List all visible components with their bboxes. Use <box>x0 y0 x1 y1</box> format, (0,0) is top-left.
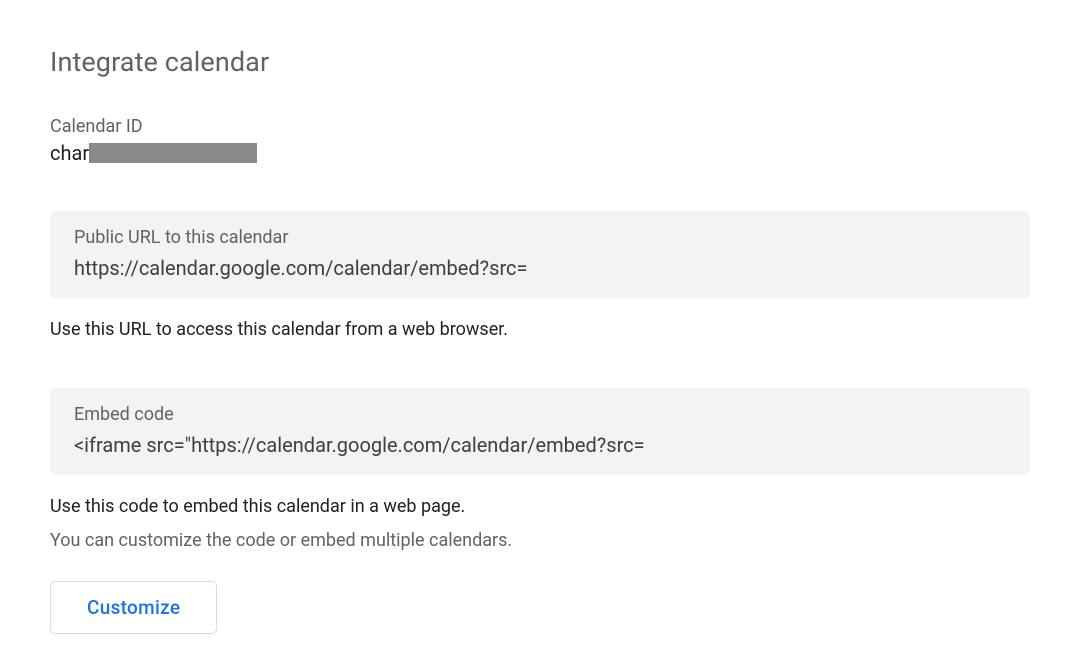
embed-code-value: <iframe src="https://calendar.google.com… <box>74 433 1006 457</box>
embed-code-box[interactable]: Embed code <iframe src="https://calendar… <box>50 388 1030 475</box>
embed-code-label: Embed code <box>74 404 1006 425</box>
section-title: Integrate calendar <box>50 46 1030 78</box>
public-url-box[interactable]: Public URL to this calendar https://cale… <box>50 211 1030 298</box>
embed-code-helper-block: Use this code to embed this calendar in … <box>50 493 1030 555</box>
calendar-id-label: Calendar ID <box>50 116 1030 137</box>
calendar-id-prefix: char <box>50 141 89 165</box>
public-url-value: https://calendar.google.com/calendar/emb… <box>74 256 1006 280</box>
redacted-block <box>89 143 257 163</box>
calendar-id-value-row: char <box>50 141 1030 165</box>
calendar-id-field: Calendar ID char <box>50 116 1030 165</box>
customize-button[interactable]: Customize <box>50 581 217 634</box>
public-url-label: Public URL to this calendar <box>74 227 1006 248</box>
embed-code-helper-primary: Use this code to embed this calendar in … <box>50 493 1030 521</box>
public-url-helper: Use this URL to access this calendar fro… <box>50 316 1030 344</box>
embed-code-helper-secondary: You can customize the code or embed mult… <box>50 527 1030 555</box>
